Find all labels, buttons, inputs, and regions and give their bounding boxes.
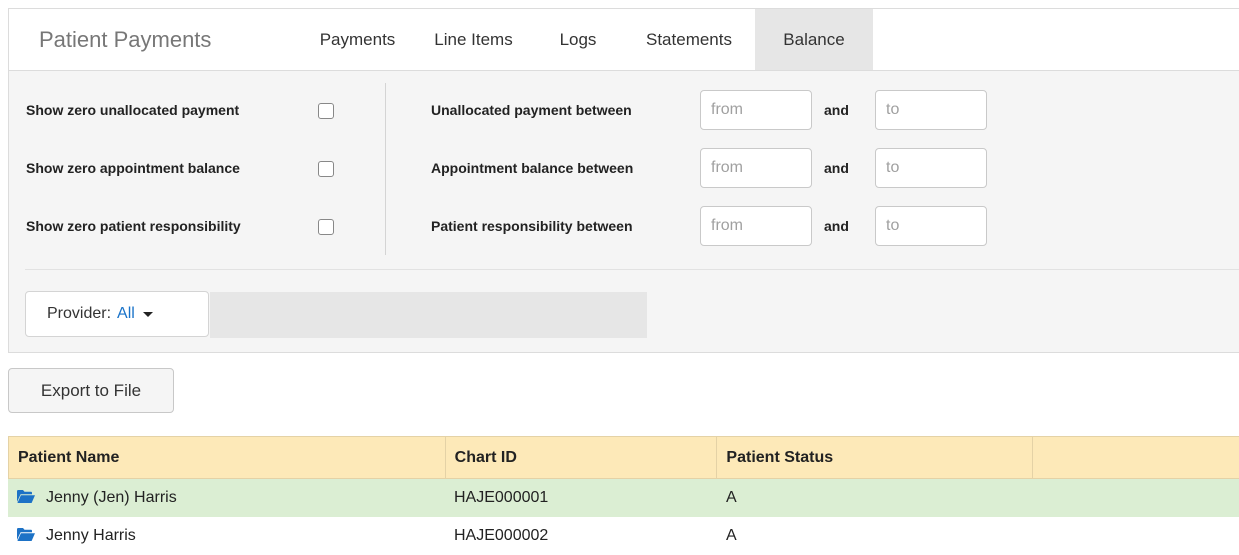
- app-title: Patient Payments: [39, 27, 212, 52]
- table-header: Patient Name Chart ID Patient Status: [8, 436, 1239, 479]
- appointment-from-input[interactable]: [700, 148, 812, 188]
- show-zero-responsibility-checkbox[interactable]: [318, 219, 334, 235]
- patient-name-text[interactable]: Jenny (Jen) Harris: [46, 489, 177, 506]
- provider-selection-bar: [210, 292, 647, 338]
- responsibility-from-input[interactable]: [700, 206, 812, 246]
- and-label: and: [824, 218, 849, 234]
- column-header-empty: [1033, 437, 1239, 478]
- show-zero-appointment-checkbox[interactable]: [318, 161, 334, 177]
- tab-payments[interactable]: Payments: [301, 9, 414, 70]
- column-header-chart-id[interactable]: Chart ID: [446, 437, 718, 478]
- patient-balance-table: Patient Name Chart ID Patient Status Jen…: [8, 436, 1239, 555]
- show-zero-unallocated-label: Show zero unallocated payment: [26, 102, 240, 118]
- tab-logs[interactable]: Logs: [533, 9, 623, 70]
- show-zero-unallocated-checkbox[interactable]: [318, 103, 334, 119]
- caret-down-icon: [142, 311, 153, 317]
- column-header-patient-name[interactable]: Patient Name: [9, 437, 446, 478]
- chart-id-cell: HAJE000002: [454, 527, 549, 544]
- folder-open-icon[interactable]: [17, 490, 35, 503]
- appointment-to-input[interactable]: [875, 148, 987, 188]
- unallocated-range-label: Unallocated payment between: [431, 102, 632, 118]
- show-zero-appointment-label: Show zero appointment balance: [26, 160, 240, 176]
- folder-open-icon[interactable]: [17, 528, 35, 541]
- responsibility-range-label: Patient responsibility between: [431, 218, 633, 234]
- and-label: and: [824, 160, 849, 176]
- section-divider: [25, 269, 1239, 270]
- show-zero-responsibility-label: Show zero patient responsibility: [26, 218, 241, 234]
- provider-dropdown[interactable]: Provider: All: [25, 291, 209, 337]
- top-navbar: Patient Payments Payments Line Items Log…: [8, 8, 1239, 71]
- tab-line-items[interactable]: Line Items: [414, 9, 533, 70]
- unallocated-from-input[interactable]: [700, 90, 812, 130]
- patient-name-text[interactable]: Jenny Harris: [46, 527, 136, 544]
- table-row[interactable]: Jenny Harris HAJE000002 A: [8, 517, 1239, 555]
- tab-balance[interactable]: Balance: [755, 9, 873, 70]
- filter-panel: Show zero unallocated payment Show zero …: [8, 71, 1239, 353]
- unallocated-to-input[interactable]: [875, 90, 987, 130]
- provider-label: Provider:: [47, 305, 112, 322]
- tab-statements[interactable]: Statements: [623, 9, 755, 70]
- column-divider: [385, 83, 386, 255]
- column-header-patient-status[interactable]: Patient Status: [717, 437, 1034, 478]
- patient-status-cell: A: [726, 527, 737, 544]
- export-to-file-button[interactable]: Export to File: [8, 368, 174, 413]
- appointment-range-label: Appointment balance between: [431, 160, 634, 176]
- provider-value: All: [117, 305, 135, 322]
- chart-id-cell: HAJE000001: [454, 489, 549, 506]
- table-row[interactable]: Jenny (Jen) Harris HAJE000001 A: [8, 479, 1239, 517]
- patient-name-cell[interactable]: Jenny Harris: [8, 527, 445, 545]
- patient-status-cell: A: [726, 489, 737, 506]
- patient-name-cell[interactable]: Jenny (Jen) Harris: [8, 489, 445, 507]
- and-label: and: [824, 102, 849, 118]
- responsibility-to-input[interactable]: [875, 206, 987, 246]
